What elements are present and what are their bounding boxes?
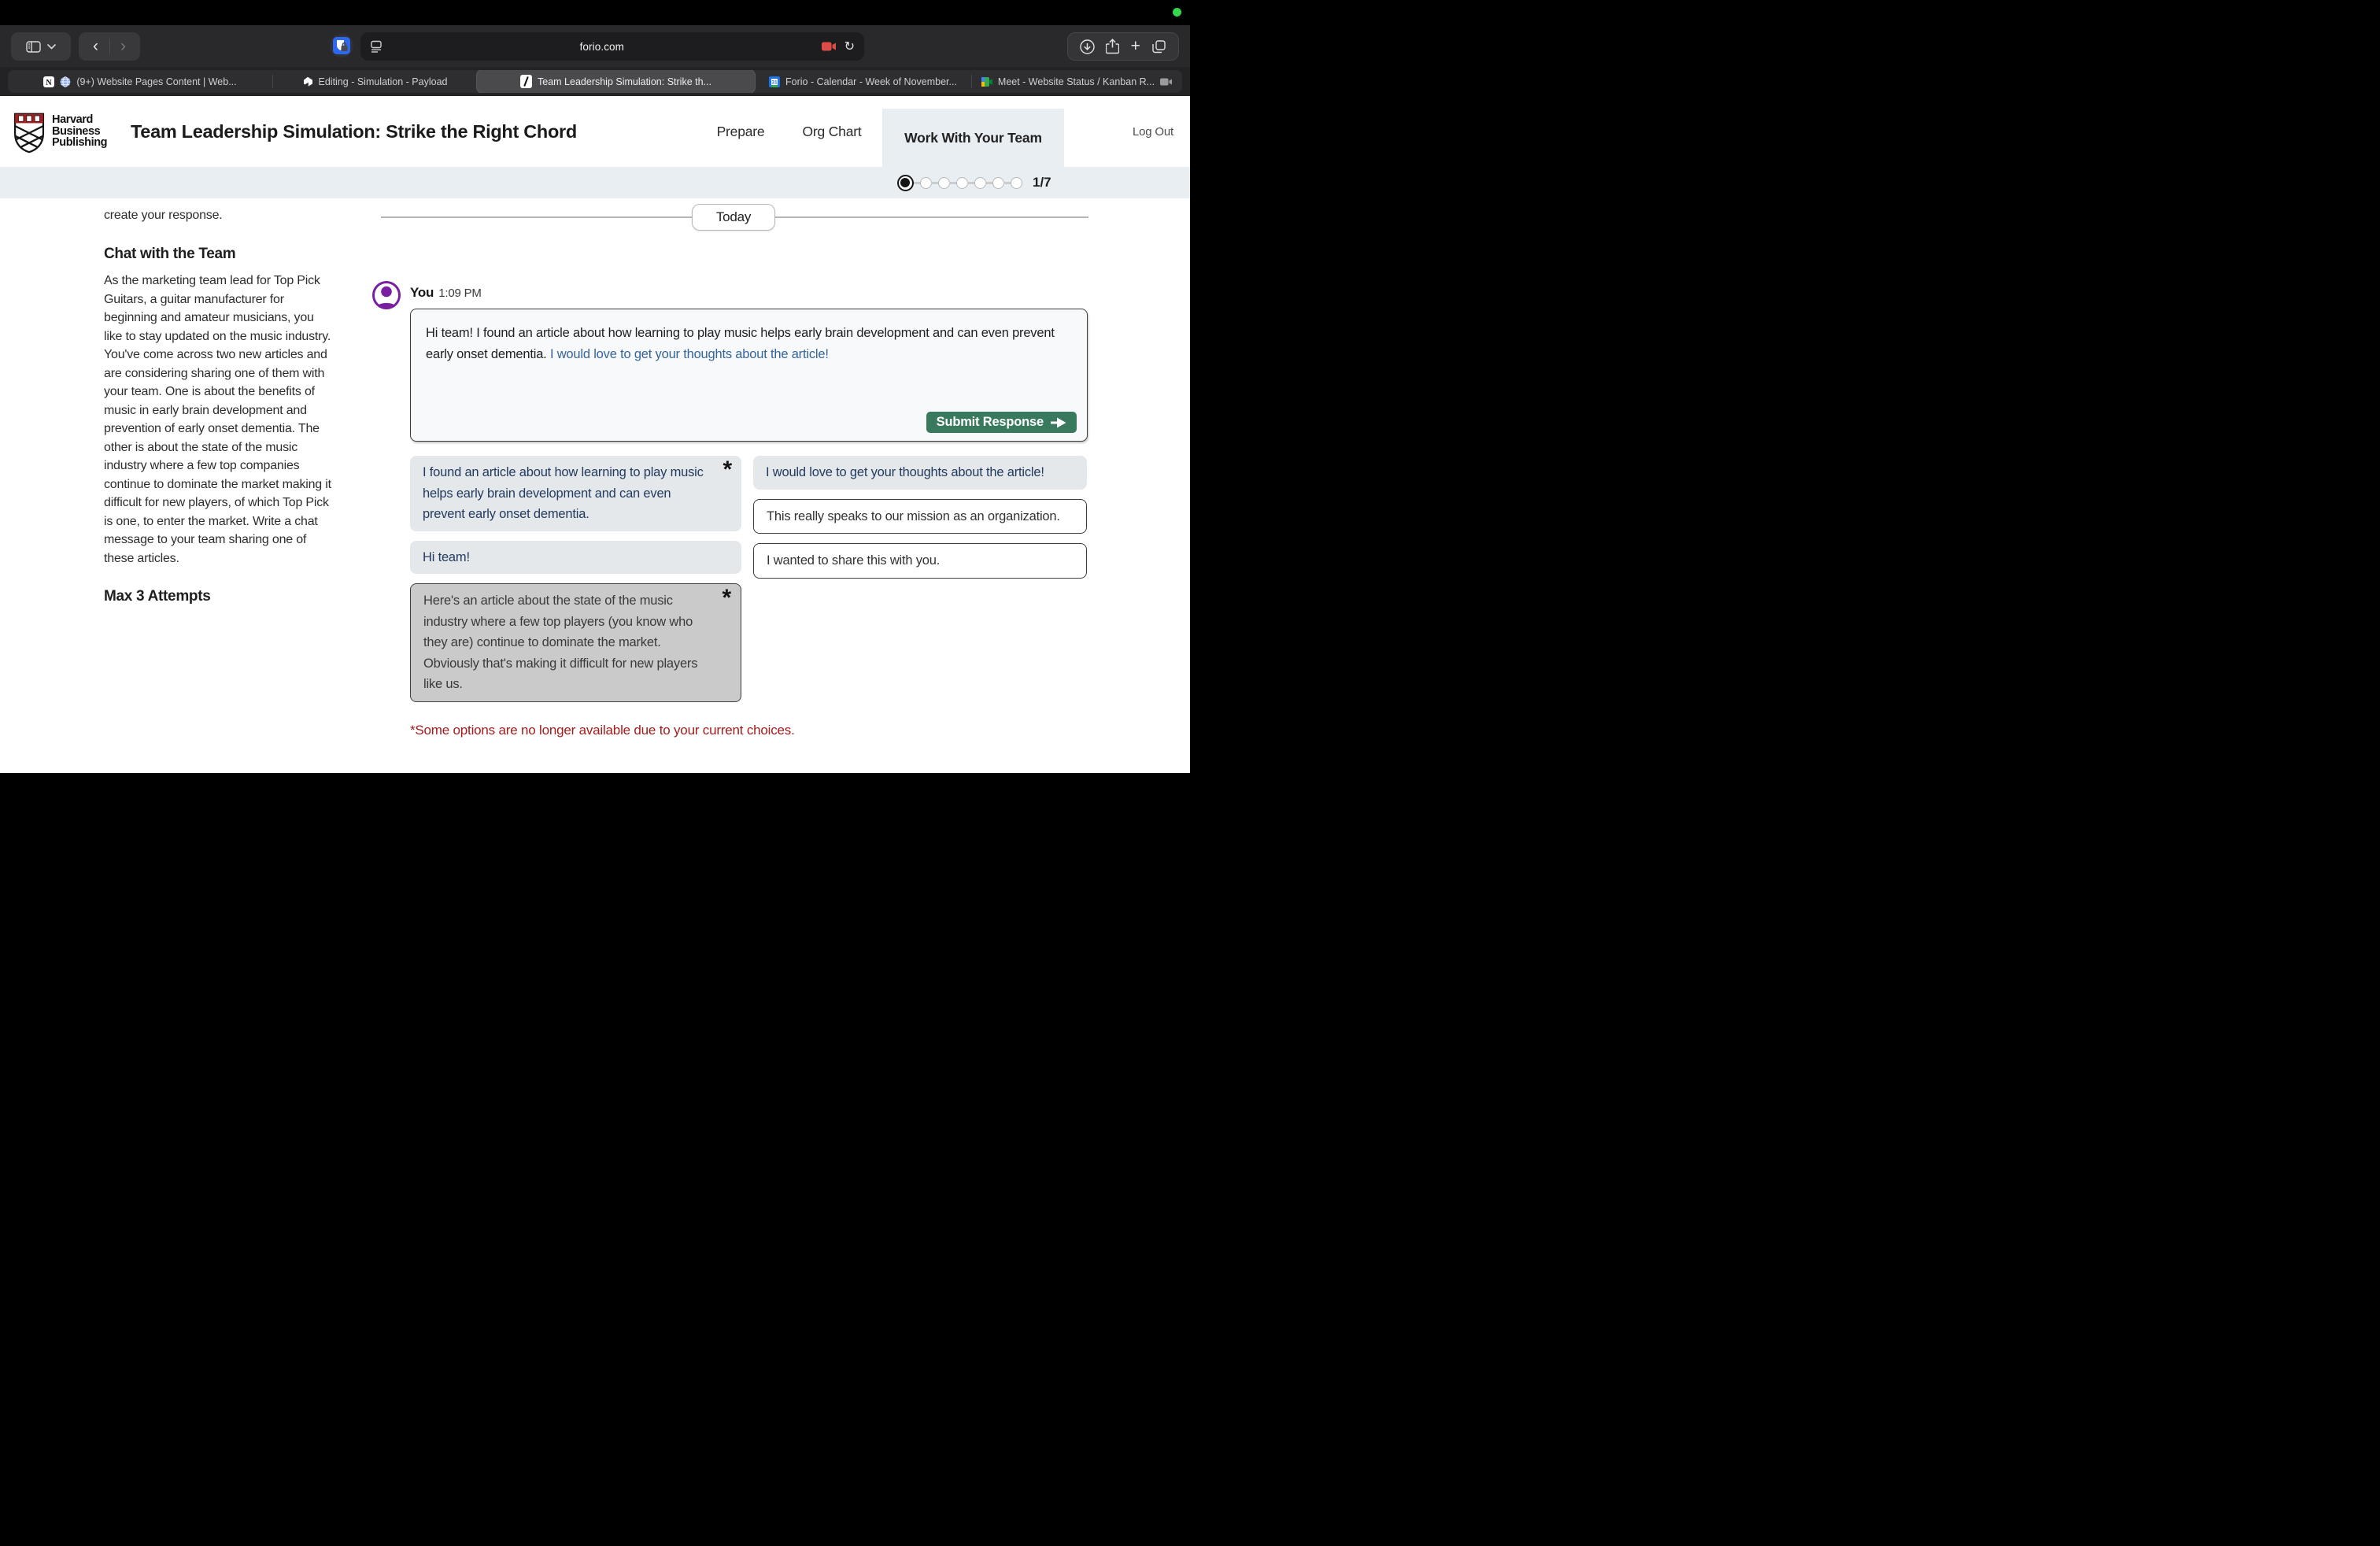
tab-label: Team Leadership Simulation: Strike th... <box>538 76 711 87</box>
back-button[interactable]: ‹ <box>83 33 109 60</box>
svg-text:31: 31 <box>771 80 778 85</box>
main-content: create your response. Chat with the Team… <box>0 198 1190 773</box>
new-tab-button[interactable]: + <box>1131 39 1140 54</box>
tab-label: Editing - Simulation - Payload <box>319 76 448 87</box>
options-warning-text: *Some options are no longer available du… <box>410 723 795 738</box>
google-meet-favicon <box>981 77 992 87</box>
message-text-highlight: I would love to get your thoughts about … <box>550 347 829 361</box>
progress-step-5 <box>974 177 986 189</box>
sidebar-body-text: As the marketing team lead for Top Pick … <box>104 272 334 568</box>
tab-label: Meet - Website Status / Kanban R... <box>998 76 1155 87</box>
share-button[interactable] <box>1106 39 1119 54</box>
option-text: I wanted to share this with you. <box>767 553 940 568</box>
tab-forio-calendar[interactable]: 31 Forio - Calendar - Week of November..… <box>755 70 971 93</box>
browser-toolbar: ‹ › forio.com ↻ + <box>0 25 1190 67</box>
option-chip[interactable]: Hi team! <box>410 541 741 575</box>
toolbar-right-cluster: + <box>1067 32 1179 61</box>
downloads-button[interactable] <box>1080 39 1095 54</box>
globe-favicon <box>60 76 71 87</box>
progress-step-4 <box>956 177 968 189</box>
user-avatar-icon <box>371 280 401 310</box>
max-attempts-label: Max 3 Attempts <box>104 586 334 607</box>
option-text: Hi team! <box>423 550 470 564</box>
asterisk-icon: * <box>723 458 732 482</box>
option-text: I found an article about how learning to… <box>423 465 704 521</box>
harvard-business-publishing-logo: Harvard Business Publishing <box>12 113 107 153</box>
progress-step-2 <box>920 177 932 189</box>
options-column-right: I would love to get your thoughts about … <box>753 456 1087 588</box>
tab-meet-website-status[interactable]: Meet - Website Status / Kanban R... <box>972 70 1182 93</box>
nav-org-chart[interactable]: Org Chart <box>791 96 873 167</box>
url-text: forio.com <box>382 41 822 53</box>
app-header: Harvard Business Publishing Team Leaders… <box>0 96 1190 167</box>
payload-favicon <box>303 76 313 87</box>
option-text: Here's an article about the state of the… <box>423 594 697 691</box>
reader-icon[interactable] <box>370 40 382 53</box>
option-chip-disabled[interactable]: Here's an article about the state of the… <box>410 583 741 702</box>
options-column-left: I found an article about how learning to… <box>410 456 741 712</box>
progress-step-7 <box>1011 177 1022 189</box>
nav-work-with-your-team[interactable]: Work With Your Team <box>882 109 1064 167</box>
submit-response-button[interactable]: Submit Response <box>926 412 1077 433</box>
hbp-logo-text: Harvard Business Publishing <box>52 113 107 153</box>
tab-label: Forio - Calendar - Week of November... <box>785 76 957 87</box>
sidebar-toggle-button[interactable] <box>11 32 71 61</box>
option-text: I would love to get your thoughts about … <box>766 465 1044 479</box>
chevron-down-icon <box>47 44 56 50</box>
tab-label: (9+) Website Pages Content | Web... <box>76 76 236 87</box>
sidebar-icon <box>26 41 41 53</box>
password-extension-icon[interactable] <box>330 34 353 57</box>
hbp-shield-icon <box>12 113 46 153</box>
sidebar-heading: Chat with the Team <box>104 243 334 264</box>
option-chip[interactable]: This really speaks to our mission as an … <box>753 499 1087 534</box>
nav-prepare[interactable]: Prepare <box>709 96 772 167</box>
url-bar[interactable]: forio.com ↻ <box>360 32 864 61</box>
submit-arrow-icon <box>1051 417 1066 428</box>
page-title: Team Leadership Simulation: Strike the R… <box>131 96 577 167</box>
option-chip[interactable]: I wanted to share this with you. <box>753 543 1087 579</box>
message-time: 1:09 PM <box>438 287 481 300</box>
option-chip[interactable]: I would love to get your thoughts about … <box>753 456 1087 490</box>
google-calendar-favicon: 31 <box>769 76 780 87</box>
tab-editing-simulation-payload[interactable]: Editing - Simulation - Payload <box>273 70 477 93</box>
recording-indicator-dot <box>1173 8 1181 17</box>
progress-step-6 <box>992 177 1004 189</box>
tab-overview-button[interactable] <box>1151 39 1166 54</box>
progress-step-3 <box>938 177 950 189</box>
reload-button[interactable]: ↻ <box>844 39 855 54</box>
forio-favicon <box>520 75 532 88</box>
forward-button[interactable]: › <box>110 33 137 60</box>
response-message-box[interactable]: Hi team! I found an article about how le… <box>410 309 1088 442</box>
macos-menubar <box>0 0 1190 25</box>
svg-text:N: N <box>46 79 53 87</box>
camera-active-icon[interactable] <box>822 42 837 51</box>
sidebar-intro-fragment: create your response. <box>104 206 334 225</box>
safari-window: ‹ › forio.com ↻ + <box>0 0 1190 773</box>
tab-website-pages-content[interactable]: N (9+) Website Pages Content | Web... <box>8 70 272 93</box>
tab-bar: N (9+) Website Pages Content | Web... Ed… <box>0 67 1190 96</box>
progress-label: 1/7 <box>1033 175 1051 190</box>
tab-camera-indicator-icon <box>1160 78 1173 86</box>
date-pill: Today <box>692 204 775 231</box>
instructions-sidebar: create your response. Chat with the Team… <box>104 198 334 607</box>
option-chip[interactable]: I found an article about how learning to… <box>410 456 741 531</box>
option-text: This really speaks to our mission as an … <box>767 509 1060 523</box>
logout-link[interactable]: Log Out <box>1127 96 1179 167</box>
message-author-line: You 1:09 PM <box>410 285 482 301</box>
progress-step-1 <box>897 175 914 191</box>
asterisk-icon: * <box>722 586 731 610</box>
history-nav-buttons: ‹ › <box>79 32 140 61</box>
progress-stepper: 1/7 <box>897 167 1051 198</box>
author-name: You <box>410 285 434 300</box>
tab-team-leadership-simulation[interactable]: Team Leadership Simulation: Strike th... <box>477 70 755 93</box>
notion-favicon: N <box>43 76 54 87</box>
submit-label: Submit Response <box>937 415 1044 430</box>
progress-strip: 1/7 <box>0 167 1190 198</box>
